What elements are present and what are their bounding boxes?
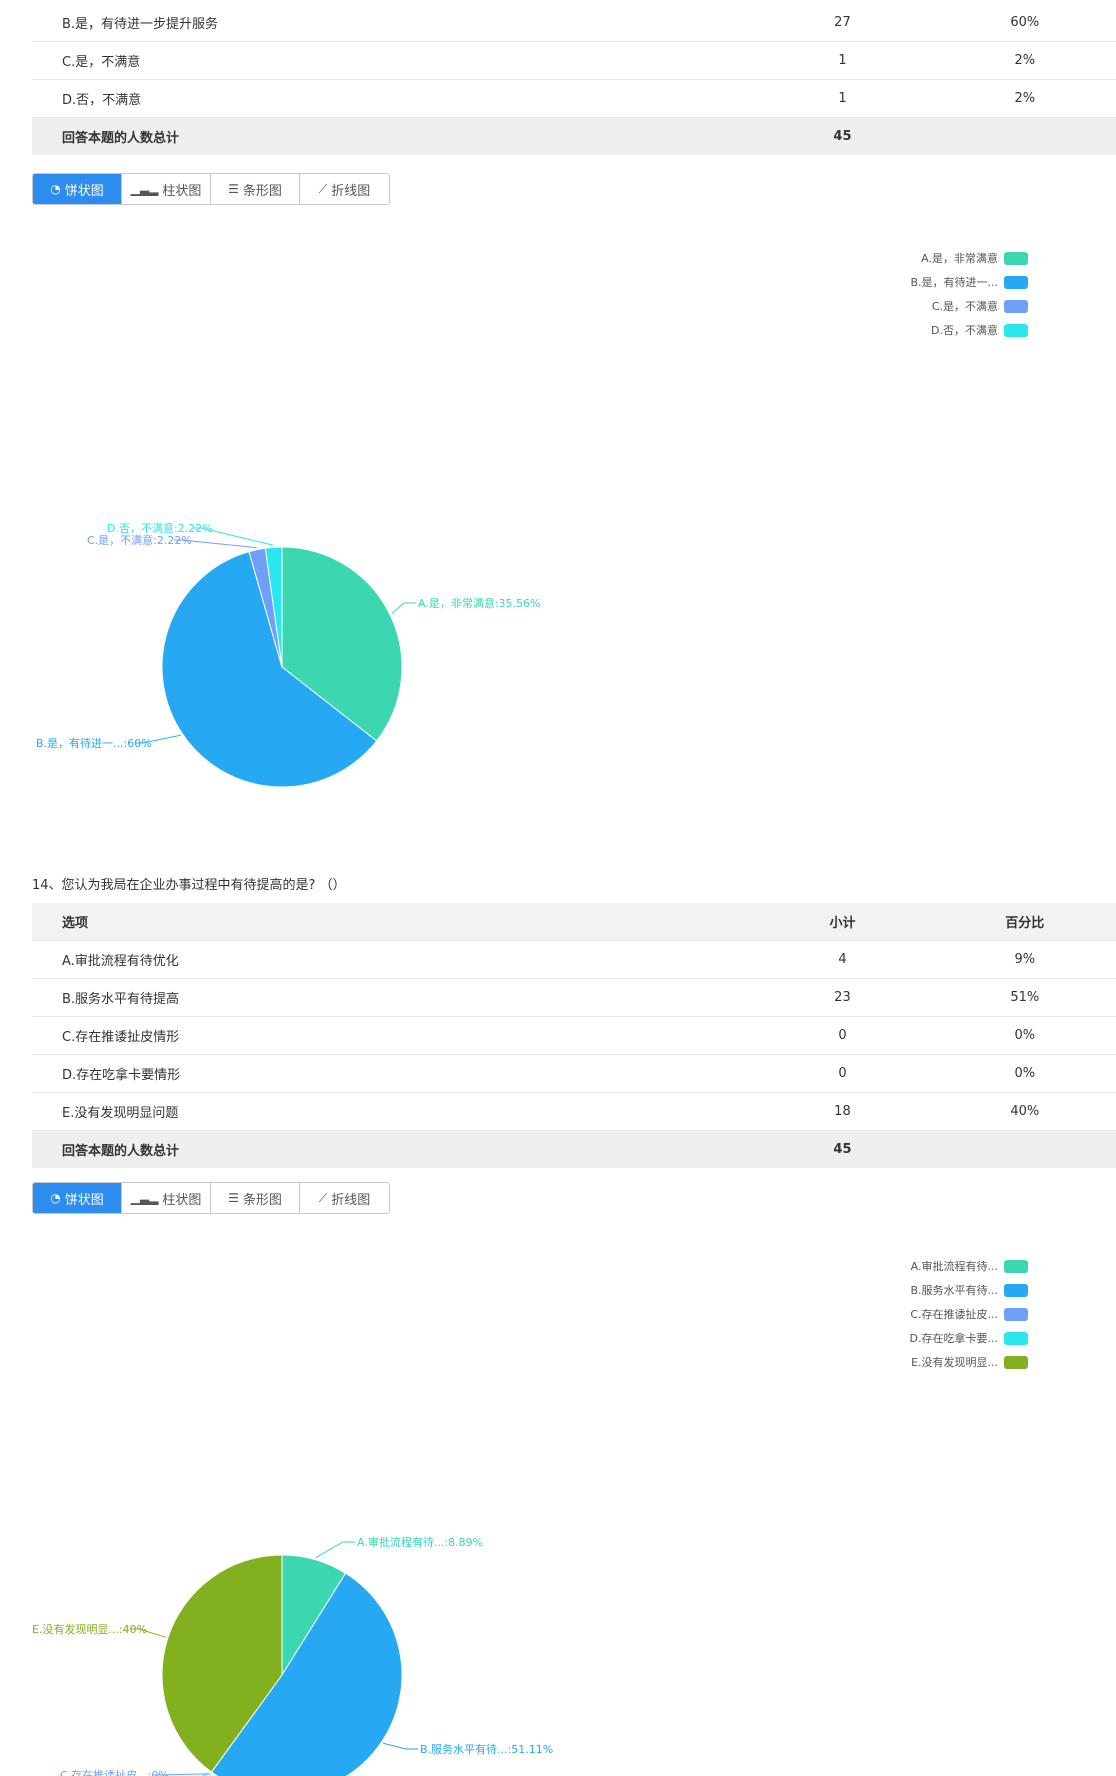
- slice-label: C.存在推诿扯皮...:0%: [60, 1768, 169, 1776]
- slice-label: B.服务水平有待...:51.11%: [420, 1742, 553, 1756]
- leader-line: [383, 1742, 418, 1750]
- slice-label: A.审批流程有待...:8.89%: [357, 1535, 483, 1549]
- q14-pie-chart: A.审批流程有待...:8.89% B.服务水平有待...:51.11% C.存在推…: [32, 1535, 553, 1776]
- slice-label: E.没有发现明显...:40%: [32, 1622, 147, 1636]
- leader-line: [315, 1541, 355, 1559]
